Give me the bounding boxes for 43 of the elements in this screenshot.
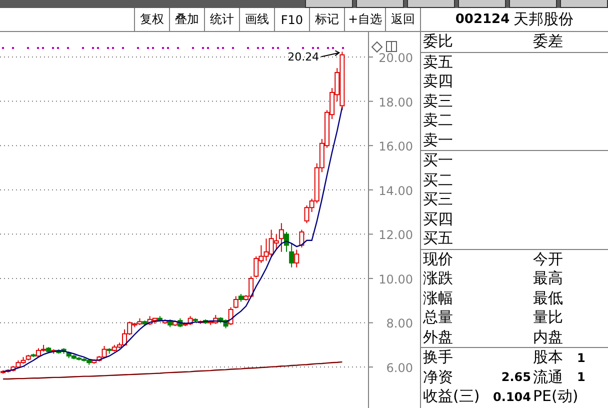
field-label: 外盘	[423, 328, 454, 347]
field-value: 1	[577, 370, 586, 384]
field-label: 买四	[423, 210, 454, 229]
field-label: 最高	[533, 269, 563, 288]
field-label: 净资	[423, 368, 453, 387]
field-label: 卖三	[423, 92, 454, 111]
field-label: 今开	[533, 250, 563, 269]
field-label: 买五	[423, 229, 454, 248]
field-label: 股本	[533, 348, 563, 368]
field-label: 最低	[533, 288, 563, 308]
field-value: 1	[577, 350, 586, 365]
stock-code: 002124	[455, 12, 510, 27]
field-label: 买二	[423, 170, 454, 190]
field-label: 委比	[423, 32, 454, 52]
price-axis-label: 14.00	[378, 184, 413, 198]
field-label: 总量	[423, 308, 454, 328]
field-label: 卖五	[423, 52, 454, 72]
field-label: 卖四	[423, 72, 454, 92]
field-label: 流通	[533, 368, 563, 387]
field-label: 涨跌	[423, 269, 454, 288]
stock-name: 天邦股份	[514, 10, 574, 29]
price-axis-label: 20.00	[378, 51, 413, 66]
field-label: 涨幅	[423, 288, 454, 308]
price-axis-label: 18.00	[378, 95, 413, 110]
price-axis-label: 16.00	[378, 140, 413, 154]
field-label: 现价	[423, 250, 454, 269]
field-label: 委差	[533, 32, 563, 52]
field-label: 内盘	[533, 328, 563, 347]
field-value: 0.104	[493, 390, 531, 404]
field-label: 卖一	[423, 130, 454, 150]
field-label: 买一	[423, 151, 454, 170]
field-label: 换手	[423, 348, 453, 368]
price-axis-label: 12.00	[378, 228, 413, 242]
price-annotation: 20.24	[288, 50, 320, 64]
field-label: 卖二	[423, 111, 454, 130]
field-value: 2.65	[501, 370, 531, 384]
field-label: PE(动)	[533, 387, 578, 406]
price-axis-label: 8.00	[386, 316, 413, 331]
field-label: 买三	[423, 190, 454, 210]
field-label: 收益(三)	[423, 387, 480, 406]
price-axis-label: 6.00	[386, 361, 413, 376]
field-label: 量比	[533, 308, 563, 328]
price-axis-label: 10.00	[378, 272, 413, 286]
